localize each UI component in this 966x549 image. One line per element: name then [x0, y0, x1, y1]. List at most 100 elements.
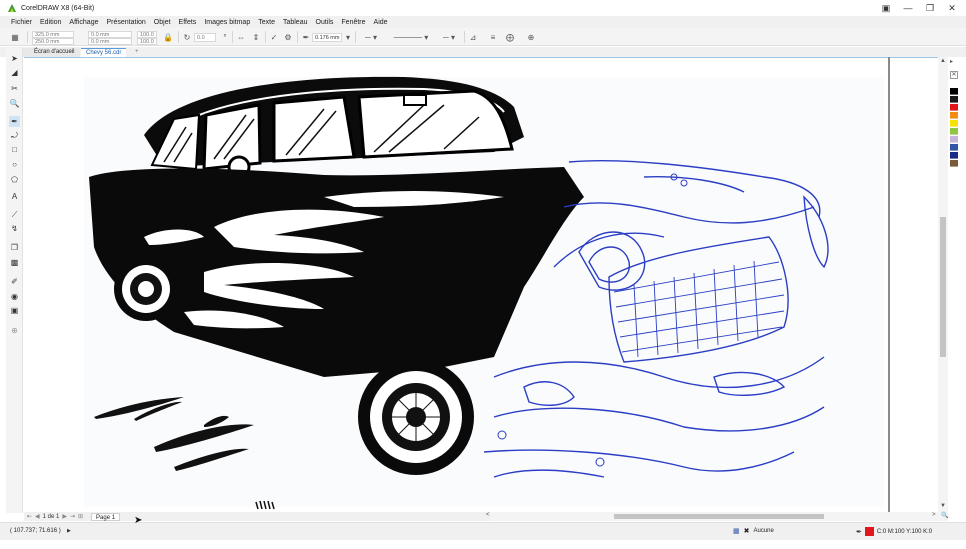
add-tab-button[interactable]: + — [130, 48, 144, 57]
smart-fill-icon[interactable]: ▣ — [9, 305, 20, 316]
line-end-arrow-select[interactable]: ─ ▾ — [438, 32, 460, 42]
add-icon[interactable]: ⊕ — [526, 32, 536, 42]
menu-effets[interactable]: Effets — [179, 19, 197, 26]
lock-ratio-icon[interactable]: 🔒 — [163, 32, 173, 42]
add-page-icon[interactable]: ⊞ — [78, 513, 83, 520]
chevron-down-icon[interactable]: ▾ — [343, 32, 353, 42]
width-field[interactable]: 325.0 mm — [32, 31, 74, 38]
zoom-tool-icon[interactable]: 🔍 — [9, 98, 20, 109]
property-bar: ▦ 325.0 mm 250.0 mm 0.0 mm 0.0 mm 100.0 … — [0, 28, 966, 46]
pick-tool-icon[interactable]: ➤ — [9, 53, 20, 64]
first-page-icon[interactable]: ⇤ — [27, 513, 32, 520]
crop-tool-icon[interactable]: ✂ — [9, 83, 20, 94]
last-page-icon[interactable]: ⇥ — [70, 513, 75, 520]
palette-swatch[interactable] — [950, 144, 958, 151]
polygon-tool-icon[interactable]: ⬠ — [9, 174, 20, 185]
zoom-icon[interactable]: 🔍 — [941, 512, 948, 519]
palette-swatch[interactable] — [950, 160, 958, 167]
menu-images-bitmap[interactable]: Images bitmap — [204, 19, 250, 26]
shape-tool-icon[interactable]: ◢ — [9, 67, 20, 78]
convert-to-curves-icon[interactable]: ⨁ — [505, 32, 515, 42]
toolbox: ➤ ◢ ✂ 🔍 ✒ ⤾ □ ○ ⬠ A ⟋ ↯ ❐ ▩ ✐ ◉ ▣ ⊕ — [6, 48, 23, 513]
menu-tableau[interactable]: Tableau — [283, 19, 308, 26]
scroll-down-icon[interactable]: ▼ — [939, 503, 947, 510]
chevron-right-icon[interactable]: ▶ — [67, 528, 71, 534]
transparency-tool-icon[interactable]: ▩ — [9, 257, 20, 268]
menu-fichier[interactable]: Fichier — [11, 19, 32, 26]
palette-swatch[interactable] — [950, 120, 958, 127]
tab-chevy-56[interactable]: Chevy 56.cdr — [81, 48, 127, 57]
horizontal-scroll-thumb[interactable] — [614, 514, 824, 519]
mirror-v-icon[interactable]: ⇕ — [251, 32, 261, 42]
parallel-dimension-icon[interactable]: ⟋ — [9, 209, 20, 220]
maximize-icon[interactable]: ❐ — [924, 2, 936, 14]
palette-swatch[interactable] — [950, 88, 958, 95]
fill-indicator[interactable]: ▦ ✖ Aucune — [733, 527, 774, 535]
menu-aide[interactable]: Aide — [374, 19, 388, 26]
menu-fenetre[interactable]: Fenêtre — [341, 19, 365, 26]
page-size-icon[interactable]: ▦ — [10, 32, 20, 42]
menu-texte[interactable]: Texte — [258, 19, 275, 26]
palette-menu-icon[interactable]: ▸ — [950, 58, 953, 65]
scroll-right-icon[interactable]: > — [932, 512, 936, 518]
palette-swatch[interactable] — [950, 136, 958, 143]
line-start-arrow-select[interactable]: ─ ▾ — [360, 32, 382, 42]
palette-swatch[interactable] — [950, 128, 958, 135]
ellipse-tool-icon[interactable]: ○ — [9, 159, 20, 170]
no-color-swatch[interactable]: ✕ — [950, 71, 958, 79]
close-curve-icon[interactable]: ⊿ — [468, 32, 478, 42]
freehand-tool-icon[interactable]: ✒ — [9, 116, 20, 127]
minimize-icon[interactable]: — — [902, 2, 914, 14]
menu-outils[interactable]: Outils — [316, 19, 334, 26]
rectangle-tool-icon[interactable]: □ — [9, 144, 20, 155]
scroll-up-icon[interactable]: ▲ — [939, 58, 947, 65]
eyedropper-icon[interactable]: ✐ — [9, 276, 20, 287]
palette-swatch[interactable] — [950, 104, 958, 111]
menu-objet[interactable]: Objet — [154, 19, 171, 26]
y-field[interactable]: 0.0 mm — [88, 38, 132, 45]
outline-color-swatch — [864, 527, 874, 536]
node-edit-icon[interactable]: ✓ — [269, 32, 279, 42]
snap-icon[interactable]: ⚙ — [283, 32, 293, 42]
palette-swatch[interactable] — [950, 112, 958, 119]
tab-home[interactable]: Écran d'accueil — [22, 48, 80, 57]
line-style-select[interactable]: ───── ▾ — [386, 32, 436, 42]
artistic-media-icon[interactable]: ⤾ — [9, 130, 20, 141]
document-color-icon: ▦ — [733, 528, 740, 535]
interactive-fill-icon[interactable]: ◉ — [9, 291, 20, 302]
connector-tool-icon[interactable]: ↯ — [9, 223, 20, 234]
prev-page-icon[interactable]: ◀ — [35, 513, 40, 520]
height-field[interactable]: 250.0 mm — [32, 38, 74, 45]
page-count: 1 de 1 — [42, 513, 60, 520]
drop-shadow-icon[interactable]: ❐ — [9, 242, 20, 253]
mouse-cursor-icon: ➤ — [134, 515, 143, 526]
palette-swatch[interactable] — [950, 80, 958, 87]
palette-swatch[interactable] — [950, 96, 958, 103]
scroll-left-icon[interactable]: < — [486, 512, 490, 518]
mirror-h-icon[interactable]: ⇔ — [236, 32, 246, 42]
menu-affichage[interactable]: Affichage — [69, 19, 98, 26]
scale-y-field[interactable]: 100.0 — [137, 38, 157, 45]
close-icon[interactable]: ✕ — [946, 2, 958, 14]
next-page-icon[interactable]: ▶ — [62, 513, 67, 520]
scale-x-field[interactable]: 100.0 — [137, 31, 157, 38]
page-border-right — [888, 57, 890, 512]
page-1-tab[interactable]: Page 1 — [91, 512, 121, 521]
wrap-text-icon[interactable]: ≡ — [488, 32, 498, 42]
palette-swatch[interactable] — [950, 152, 958, 159]
page-border-top — [24, 57, 938, 58]
drawing-canvas[interactable] — [24, 57, 938, 512]
outline-indicator[interactable]: ✒ C:0 M:100 Y:100 K:0 — [856, 527, 932, 536]
outline-width-field[interactable]: 0.176 mm — [312, 33, 342, 42]
restore-icon[interactable]: ▣ — [880, 2, 892, 14]
menu-edition[interactable]: Edition — [40, 19, 61, 26]
text-tool-icon[interactable]: A — [9, 191, 20, 202]
document-tab-bar: ⌂ Écran d'accueil Chevy 56.cdr + — [0, 47, 966, 57]
menu-presentation[interactable]: Présentation — [106, 19, 145, 26]
vertical-scroll-thumb[interactable] — [940, 217, 946, 357]
add-tool-icon[interactable]: ⊕ — [9, 325, 20, 336]
status-bar: ( 107.737; 71.616 ) ▶ ▦ ✖ Aucune ✒ C:0 M… — [0, 522, 966, 540]
degree-icon: ° — [223, 32, 227, 42]
rotation-field[interactable]: 0.0 — [194, 33, 216, 42]
x-field[interactable]: 0.0 mm — [88, 31, 132, 38]
